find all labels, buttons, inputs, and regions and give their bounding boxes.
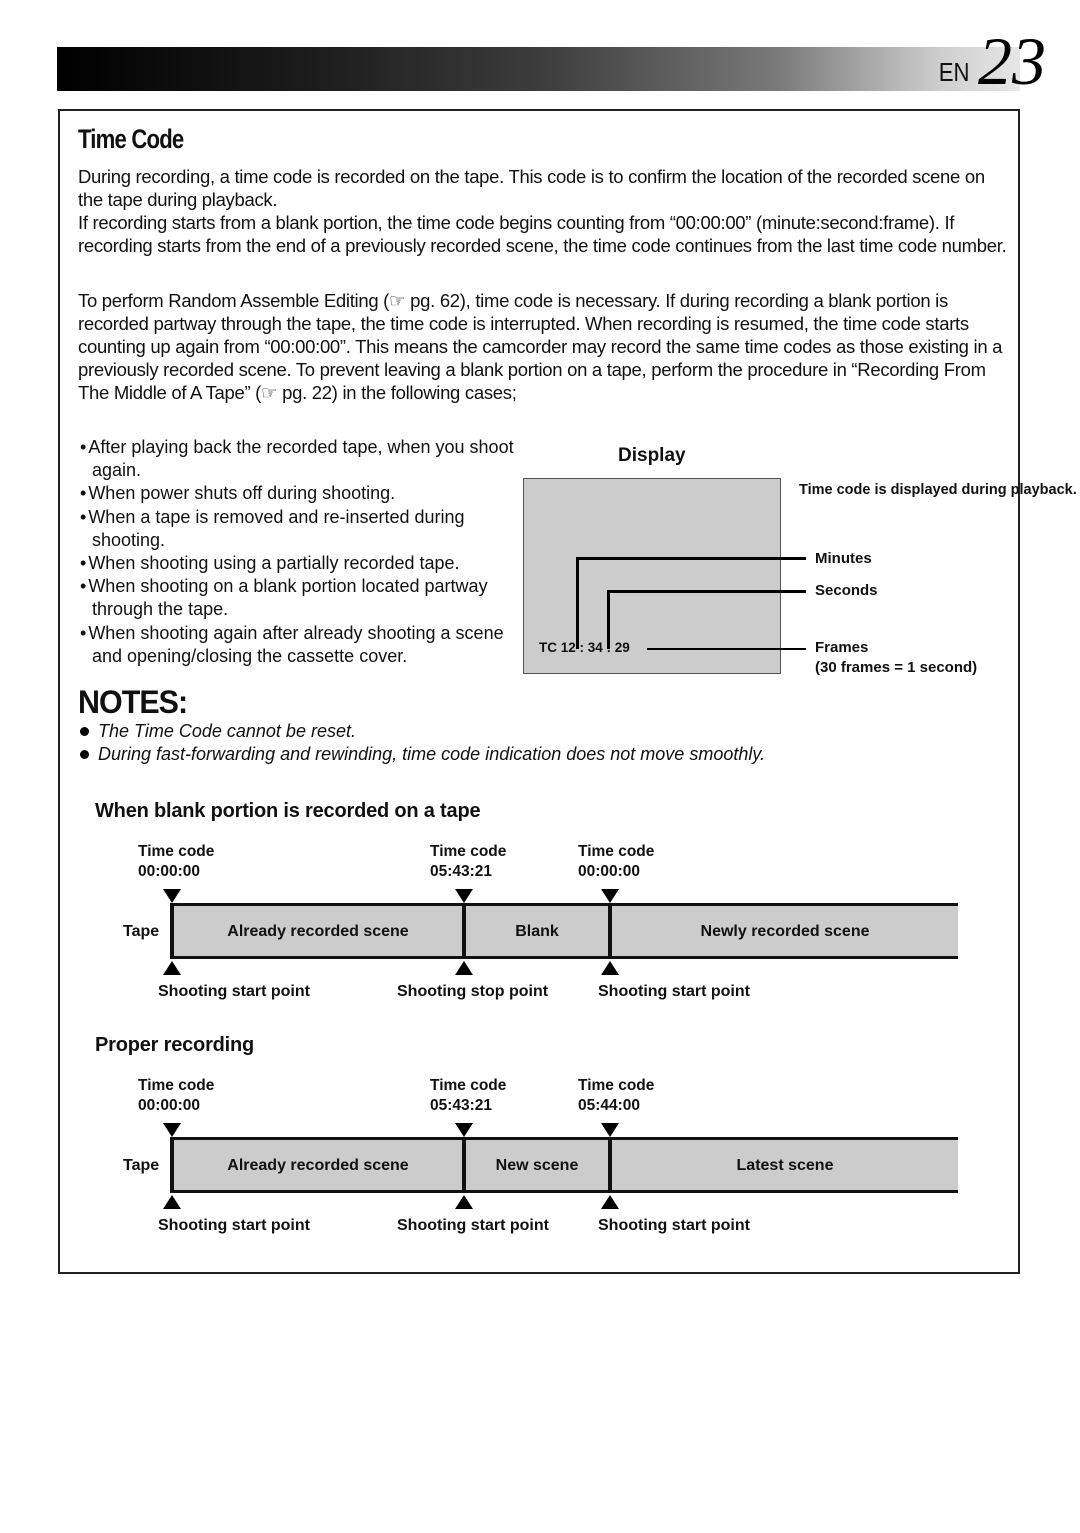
point-label: Shooting start point (598, 1217, 750, 1234)
diagram-title-proper: Proper recording (95, 1034, 255, 1056)
tape-diagram-blank: Time code 00:00:00 Time code 05:43:21 Ti… (0, 840, 1080, 1020)
segment-label: New scene (495, 1157, 579, 1174)
tape-label: Tape (123, 1157, 160, 1174)
time-code-label: Time code 00:00:00 (138, 843, 215, 880)
marker-down-icon (163, 1123, 181, 1137)
header-gradient-bar (57, 47, 1020, 91)
point-label: Shooting start point (397, 1217, 549, 1234)
marker-down-icon (455, 889, 473, 903)
display-caption: Time code is displayed during playback. (799, 482, 1077, 498)
marker-down-icon (455, 1123, 473, 1137)
diagram-title-blank: When blank portion is recorded on a tape (95, 800, 481, 822)
notes-title: NOTES: (78, 684, 188, 720)
point-label: Shooting start point (158, 983, 310, 1000)
marker-down-icon (163, 889, 181, 903)
marker-up-icon (455, 1195, 473, 1209)
segment-label: Already recorded scene (227, 923, 409, 940)
marker-up-icon (163, 961, 181, 975)
marker-up-icon (601, 961, 619, 975)
note-item: The Time Code cannot be reset. (78, 720, 765, 743)
editing-text: To perform Random Assemble Editing (☞ pg… (78, 290, 1003, 403)
list-item: When shooting on a blank portion located… (80, 575, 520, 621)
note-item: During fast-forwarding and rewinding, ti… (78, 743, 765, 766)
marker-down-icon (601, 1123, 619, 1137)
frames-note: (30 frames = 1 second) (815, 659, 978, 676)
list-item: When a tape is removed and re-inserted d… (80, 506, 520, 552)
minutes-callout-line (576, 557, 806, 560)
display-label: Display (618, 445, 686, 466)
time-code-label: Time code 05:43:21 (430, 1077, 507, 1114)
intro-line: If recording starts from a blank portion… (78, 212, 1007, 256)
intro-paragraph: During recording, a time code is recorde… (78, 165, 1013, 257)
notes-list: The Time Code cannot be reset. During fa… (78, 720, 765, 766)
frames-label: Frames (815, 639, 869, 656)
point-label: Shooting start point (598, 983, 750, 1000)
minutes-callout-line (576, 557, 579, 649)
marker-up-icon (455, 961, 473, 975)
list-item: When power shuts off during shooting. (80, 482, 520, 505)
page-number: EN 23 (936, 23, 1046, 99)
frames-callout-line (647, 648, 806, 650)
language-code: EN (938, 57, 970, 87)
intro-line: During recording, a time code is recorde… (78, 166, 985, 210)
cases-list: After playing back the recorded tape, wh… (80, 436, 520, 668)
time-code-label: Time code 05:44:00 (578, 1077, 655, 1114)
point-label: Shooting stop point (397, 983, 549, 1000)
tc-readout: TC 12 : 34 : 29 (539, 640, 630, 655)
tape-diagram-proper: Time code 00:00:00 Time code 05:43:21 Ti… (0, 1074, 1080, 1254)
marker-down-icon (601, 889, 619, 903)
page-number-value: 23 (978, 23, 1046, 99)
section-title: Time Code (78, 124, 184, 154)
segment-label: Blank (515, 923, 559, 940)
point-label: Shooting start point (158, 1217, 310, 1234)
seconds-callout-line (607, 590, 806, 593)
tape-label: Tape (123, 923, 160, 940)
segment-label: Already recorded scene (227, 1157, 409, 1174)
seconds-callout-line (607, 590, 610, 649)
time-code-label: Time code 00:00:00 (138, 1077, 215, 1114)
time-code-label: Time code 00:00:00 (578, 843, 655, 880)
list-item: When shooting using a partially recorded… (80, 552, 520, 575)
list-item: When shooting again after already shooti… (80, 622, 520, 668)
marker-up-icon (163, 1195, 181, 1209)
time-code-label: Time code 05:43:21 (430, 843, 507, 880)
seconds-label: Seconds (815, 582, 878, 599)
segment-label: Latest scene (736, 1157, 834, 1174)
marker-up-icon (601, 1195, 619, 1209)
editing-paragraph: To perform Random Assemble Editing (☞ pg… (78, 289, 1013, 404)
list-item: After playing back the recorded tape, wh… (80, 436, 520, 482)
minutes-label: Minutes (815, 550, 872, 567)
segment-label: Newly recorded scene (700, 923, 870, 940)
